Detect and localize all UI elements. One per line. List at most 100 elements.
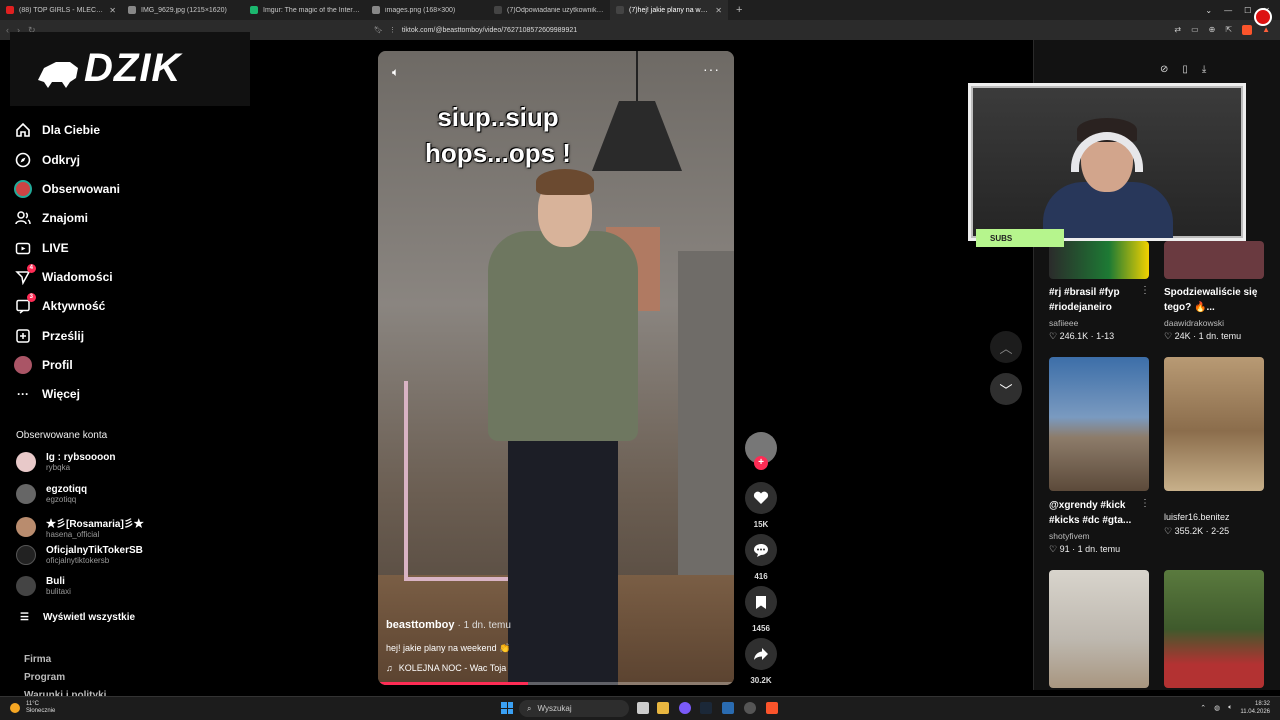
card-user[interactable]: shotyfivem [1049, 531, 1090, 541]
comment-button[interactable]: 416 [745, 534, 777, 581]
search-placeholder: Wyszukaj [537, 704, 572, 713]
clock[interactable]: 18:32 11.04.2026 [1240, 700, 1270, 716]
card-title[interactable]: #rj #brasil #fyp #riodejaneiro [1049, 285, 1153, 315]
upload-icon [14, 327, 32, 345]
card-title[interactable]: @xgrendy #kick #kicks #dc #gta... [1049, 498, 1153, 528]
next-video-button[interactable]: ﹀ [990, 373, 1022, 405]
card-user[interactable]: safiieee [1049, 318, 1078, 328]
volume-icon[interactable]: 🔈︎ [392, 65, 399, 80]
dzik-logo[interactable]: DZIK [10, 32, 250, 106]
start-button[interactable] [501, 702, 513, 714]
tab-title: Imgur: The magic of the Internet [263, 6, 360, 14]
nav-item-more[interactable]: ··· Więcej [14, 385, 80, 403]
home-icon [14, 121, 32, 139]
nav-item-for-you[interactable]: Dla Ciebie [14, 121, 100, 139]
card-user[interactable]: daawidrakowski [1164, 318, 1224, 328]
nav-item-friends[interactable]: Znajomi [14, 209, 88, 227]
video-thumbnail[interactable] [1164, 570, 1264, 688]
file-explorer-icon[interactable] [657, 702, 669, 714]
followed-account[interactable]: egzotiqq egzotiqq [16, 484, 87, 504]
more-options-icon[interactable]: ··· [703, 61, 720, 77]
followed-account[interactable]: OficjalnyTikTokerSB oficjalnytiktokersb [16, 545, 143, 565]
video-thumbnail[interactable] [1049, 357, 1149, 491]
obs-icon[interactable] [744, 702, 756, 714]
footer-link-company[interactable]: Firma [24, 654, 51, 665]
nav-item-live[interactable]: LIVE [14, 239, 69, 257]
url-field[interactable]: 🔖︎ ⋮ tiktok.com/@beasttomboy/video/76271… [374, 26, 1174, 35]
followed-account[interactable]: ★彡[Rosamaria]彡★ hasena_official [16, 515, 144, 539]
video-thumbnail[interactable] [1049, 241, 1149, 279]
follow-plus-icon[interactable]: + [754, 456, 768, 470]
music-link[interactable]: ♫ KOLEJNA NOC - Wac Toja [386, 663, 506, 673]
share-button[interactable]: 30.2K [745, 638, 777, 685]
chevron-down-icon[interactable]: ⌄ [1205, 6, 1212, 15]
browser-tab[interactable]: Imgur: The magic of the Internet [244, 0, 366, 20]
task-view-icon[interactable] [637, 702, 649, 714]
translate-icon[interactable]: ⇄ [1174, 25, 1181, 35]
avatar [16, 517, 36, 537]
card-title[interactable]: Spodziewaliście się tego? 🔥... [1164, 285, 1268, 315]
browser-tab[interactable]: IMG_9629.jpg (1215×1620) [122, 0, 244, 20]
steam-icon[interactable] [700, 702, 712, 714]
download-icon[interactable]: ⤓ [1202, 64, 1206, 75]
video-progress-bar[interactable] [378, 682, 734, 685]
save-button[interactable]: 1456 [745, 586, 777, 633]
address-icons: ⇄ ▭ ⊕ ⇱ ▲ [1174, 25, 1280, 35]
see-all-button[interactable]: ☰ Wyświetl wszystkie [20, 612, 135, 623]
video-thumbnail[interactable] [1164, 241, 1264, 279]
tab-title: (7)Odpowiadanie użytkownikowi @ [507, 6, 604, 14]
weather-widget[interactable]: 11°C Słonecznie [10, 701, 55, 715]
chevron-up-icon[interactable]: ⌃ [1200, 704, 1206, 712]
site-info-icon[interactable]: ⋮ [389, 26, 396, 34]
app-icon[interactable] [722, 702, 734, 714]
nav-item-explore[interactable]: Odkryj [14, 151, 80, 169]
footer-link-program[interactable]: Program [24, 672, 65, 683]
nav-item-upload[interactable]: Prześlij [14, 327, 84, 345]
nav-item-messages[interactable]: 4 Wiadomości [14, 264, 113, 286]
nav-item-profile[interactable]: Profil [14, 356, 73, 374]
new-tab-button[interactable]: + [728, 4, 750, 16]
nav-item-activity[interactable]: 3 Aktywność [14, 293, 105, 315]
minimize-icon[interactable]: — [1224, 6, 1232, 15]
followed-account[interactable]: Ig : rybsoooon rybqka [16, 452, 115, 472]
brave-rewards-icon[interactable]: ▲ [1262, 25, 1270, 35]
boar-icon [38, 62, 78, 88]
share-icon[interactable]: ⇱ [1225, 25, 1232, 35]
more-options-icon[interactable]: ⋮ [1140, 498, 1150, 509]
browser-tab-active[interactable]: (7)hej! jakie plany na weekend 👏 ✕ [610, 0, 728, 20]
compass-icon[interactable]: ⊘ [1160, 64, 1168, 75]
speaker-icon[interactable]: 🔈︎ [1228, 704, 1232, 712]
taskbar-search[interactable]: ⌕ Wyszukaj [519, 700, 629, 717]
followed-account[interactable]: Buli bulitaxi [16, 576, 71, 596]
brave-shield-icon[interactable] [1242, 25, 1253, 35]
browser-tab[interactable]: (7)Odpowiadanie użytkownikowi @ [488, 0, 610, 20]
cast-icon[interactable]: ▭ [1191, 25, 1199, 35]
browser-tab[interactable]: (88) TOP GIRLS - MLECZKO (Ofic ✕ [0, 0, 122, 20]
nav-label: Znajomi [42, 211, 89, 225]
back-icon[interactable]: ‹ [6, 25, 9, 36]
like-button[interactable]: 15K [745, 482, 777, 529]
more-options-icon[interactable]: ⋮ [1140, 285, 1150, 296]
close-icon[interactable]: ✕ [109, 6, 116, 15]
more-icon: ··· [17, 387, 29, 401]
video-player[interactable]: siup..siup hops...ops ! 🔈︎ ··· beasttomb… [378, 51, 734, 685]
author-avatar[interactable]: + [745, 432, 777, 470]
brave-icon[interactable] [766, 702, 778, 714]
video-author[interactable]: beasttomboy · 1 dn. temu [386, 619, 511, 631]
maximize-icon[interactable]: ☐ [1244, 6, 1251, 15]
zoom-icon[interactable]: ⊕ [1209, 25, 1216, 35]
card-user[interactable]: luisfer16.benitez [1164, 512, 1230, 522]
music-note-icon: ♫ [386, 663, 393, 673]
network-icon[interactable]: ◍ [1214, 704, 1220, 712]
video-thumbnail[interactable] [1049, 570, 1149, 688]
previous-video-button[interactable]: ︿ [990, 331, 1022, 363]
discord-icon[interactable] [679, 702, 691, 714]
nav-label: Dla Ciebie [42, 123, 101, 137]
browser-tab[interactable]: images.png (168×300) [366, 0, 488, 20]
phone-icon[interactable]: ▯ [1182, 64, 1188, 75]
close-icon[interactable]: ✕ [715, 6, 722, 15]
nav-item-following[interactable]: Obserwowani [14, 180, 120, 198]
share-arrow-icon [745, 638, 777, 670]
video-thumbnail[interactable] [1164, 357, 1264, 491]
bookmark-icon[interactable]: 🔖︎ [374, 26, 383, 34]
